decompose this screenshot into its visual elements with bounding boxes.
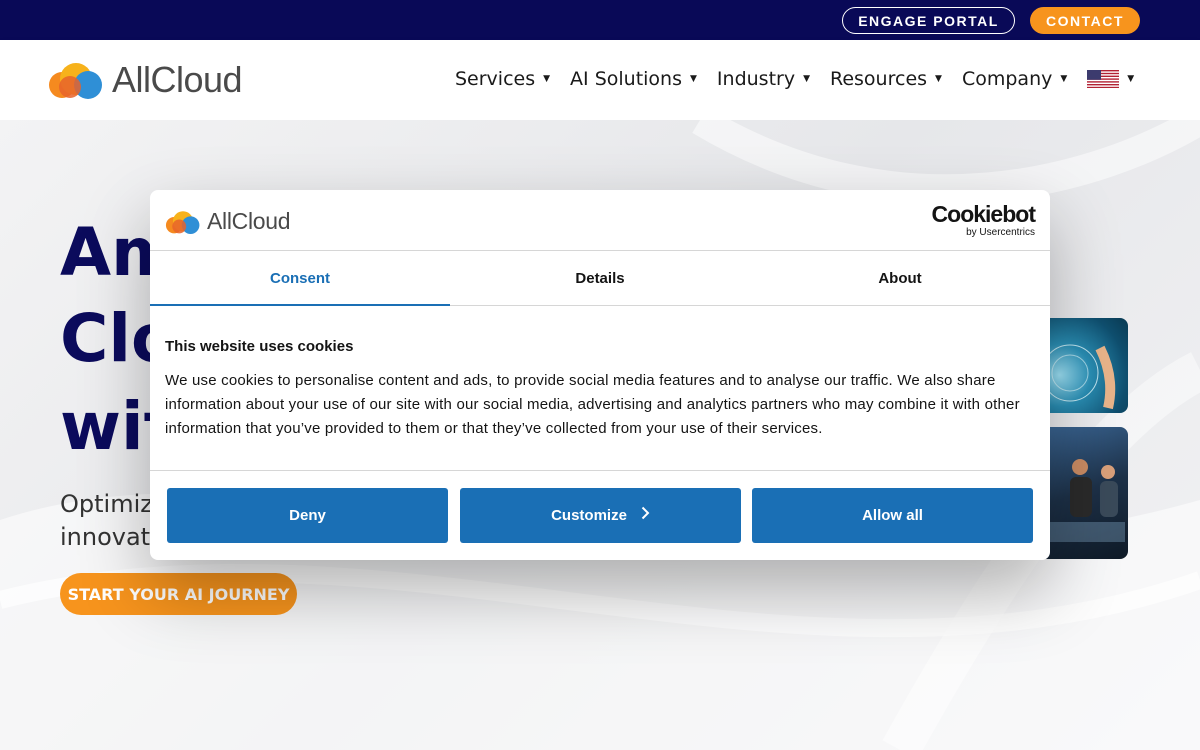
main-nav: Services ▼ AI Solutions ▼ Industry ▼ Resour… [455, 68, 1154, 90]
nav-resources[interactable]: Resources ▼ [830, 68, 942, 90]
nav-ai-solutions[interactable]: AI Solutions ▼ [570, 68, 697, 90]
logo-wordmark: AllCloud [112, 59, 243, 100]
chevron-right-icon [641, 506, 650, 525]
nav-label: Resources [830, 68, 928, 90]
cloud-logo-icon [49, 63, 102, 99]
customize-button[interactable]: Customize [460, 488, 741, 543]
contact-button[interactable]: CONTACT [1030, 7, 1140, 34]
engage-portal-button[interactable]: ENGAGE PORTAL [842, 7, 1015, 34]
caret-down-icon: ▼ [803, 74, 810, 84]
cookie-tabs: Consent Details About [150, 250, 1050, 306]
cookie-description: We use cookies to personalise content an… [165, 372, 1020, 437]
allow-all-button[interactable]: Allow all [752, 488, 1033, 543]
dialog-allcloud-logo: AllCloud [165, 208, 291, 235]
allcloud-logo[interactable]: AllCloud [48, 59, 243, 100]
cookiebot-logo[interactable]: Cookiebot by Usercentrics [931, 201, 1036, 239]
cookie-consent-dialog: AllCloud Cookiebot by Usercentrics Conse… [150, 190, 1050, 560]
caret-down-icon: ▼ [1060, 74, 1068, 84]
caret-down-icon: ▼ [1127, 74, 1135, 84]
cloud-logo-icon [165, 210, 200, 234]
us-flag-icon [1087, 70, 1120, 88]
nav-industry[interactable]: Industry ▼ [717, 68, 810, 90]
language-selector[interactable]: ▼ [1087, 70, 1134, 88]
cookie-heading: This website uses cookies [165, 338, 354, 355]
customize-label: Customize [551, 507, 627, 524]
divider [150, 470, 1050, 471]
cookie-dialog-body: This website uses cookies We use cookies… [165, 338, 1035, 441]
tab-about[interactable]: About [750, 251, 1050, 305]
nav-label: AI Solutions [570, 68, 682, 90]
tab-details[interactable]: Details [450, 251, 750, 305]
tab-consent[interactable]: Consent [150, 251, 450, 306]
nav-label: Industry [716, 68, 796, 90]
nav-label: Services [455, 68, 536, 90]
site-header: AllCloud Services ▼ AI Solutions ▼ Industr… [0, 40, 1200, 120]
caret-down-icon: ▼ [690, 74, 697, 84]
dialog-logo-wordmark: AllCloud [207, 208, 291, 234]
caret-down-icon: ▼ [935, 74, 942, 84]
top-utility-bar: ENGAGE PORTAL CONTACT [0, 0, 1200, 40]
nav-label: Company [961, 68, 1053, 90]
cookiebot-byline: by Usercentrics [966, 227, 1035, 238]
caret-down-icon: ▼ [543, 74, 551, 84]
nav-services[interactable]: Services ▼ [455, 68, 550, 90]
nav-company[interactable]: Company ▼ [962, 68, 1067, 90]
cookiebot-wordmark: Cookiebot [931, 201, 1036, 227]
start-ai-journey-button[interactable]: START YOUR AI JOURNEY [60, 573, 297, 615]
deny-button[interactable]: Deny [167, 488, 448, 543]
